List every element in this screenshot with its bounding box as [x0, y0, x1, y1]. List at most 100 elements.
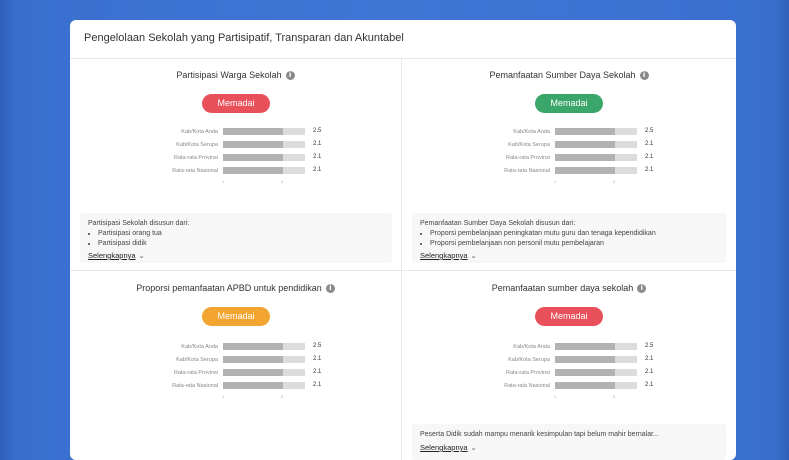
- bar-fill: [223, 369, 283, 376]
- description-heading: Peserta Didik sudah mampu menarik kesimp…: [420, 431, 659, 438]
- comparison-chart: Kab/Kota Anda 2.5 Kab/Kota Serupa 2.1 Ra…: [138, 341, 338, 399]
- info-icon[interactable]: i: [637, 284, 647, 294]
- bar-track: [555, 382, 637, 389]
- bar-fill: [223, 356, 283, 363]
- axis-tick: 2: [281, 179, 284, 184]
- quadrant-title-text: Pemanfaatan Sumber Daya Sekolah: [489, 70, 636, 80]
- row-label: Rata-rata Nasional: [172, 383, 218, 389]
- bar-track: [223, 141, 305, 148]
- quadrant-title: Pemanfaatan Sumber Daya Sekolah i: [402, 70, 736, 81]
- chart-row: Rata-rata Provinsi 2.1: [138, 367, 338, 380]
- info-icon[interactable]: i: [285, 71, 295, 81]
- quadrant-title-text: Partisipasi Warga Sekolah: [176, 70, 282, 80]
- bar-fill: [223, 128, 283, 135]
- status-badge: Memadai: [202, 307, 270, 326]
- description-box: Peserta Didik sudah mampu menarik kesimp…: [412, 424, 726, 460]
- quadrant-pemanfaatan-sumber-daya: Pemanfaatan Sumber Daya Sekolah i Memadai…: [402, 59, 736, 270]
- chart-row: Kab/Kota Anda 2.5: [470, 341, 670, 354]
- bar-track: [555, 356, 637, 363]
- comparison-chart: Kab/Kota Anda 2.5 Kab/Kota Serupa 2.1 Ra…: [138, 126, 338, 184]
- row-value: 2.1: [645, 167, 654, 173]
- bar-track: [223, 369, 305, 376]
- quadrant-title: Pemanfaatan sumber daya sekolah i: [402, 283, 736, 294]
- axis-tick: 1: [222, 394, 225, 399]
- row-label: Kab/Kota Anda: [181, 344, 218, 350]
- bar-track: [223, 356, 305, 363]
- bar-track: [223, 382, 305, 389]
- bar-fill: [555, 167, 615, 174]
- chart-row: Kab/Kota Serupa 2.1: [470, 354, 670, 367]
- list-item: Partisipasi orang tua: [98, 229, 162, 239]
- quadrant-partisipasi-warga: Partisipasi Warga Sekolah i Memadai Kab/K…: [70, 59, 401, 270]
- axis-tick: 2: [613, 179, 616, 184]
- row-value: 2.1: [645, 369, 654, 375]
- row-label: Rata-rata Provinsi: [505, 370, 550, 376]
- bar-track: [223, 128, 305, 135]
- bar-fill: [223, 343, 283, 350]
- main-card: Pengelolaan Sekolah yang Partisipatif, T…: [70, 20, 736, 460]
- row-label: Kab/Kota Serupa: [508, 357, 550, 363]
- info-icon[interactable]: i: [639, 71, 649, 81]
- bar-fill: [223, 141, 283, 148]
- quadrant-title: Proporsi pemanfaatan APBD untuk pendidik…: [70, 283, 401, 294]
- comparison-chart: Kab/Kota Anda 2.5 Kab/Kota Serupa 2.1 Ra…: [470, 126, 670, 184]
- selengkapnya-link[interactable]: Selengkapnya ⌄: [420, 251, 477, 260]
- row-value: 2.5: [313, 343, 322, 349]
- row-label: Rata-rata Provinsi: [505, 155, 550, 161]
- chart-row: Rata-rata Provinsi 2.1: [470, 152, 670, 165]
- row-value: 2.1: [645, 356, 654, 362]
- selengkapnya-label: Selengkapnya: [420, 251, 468, 260]
- bar-track: [223, 154, 305, 161]
- row-label: Kab/Kota Serupa: [176, 142, 218, 148]
- row-label: Rata-rata Provinsi: [173, 155, 218, 161]
- row-label: Rata-rata Nasional: [172, 168, 218, 174]
- row-value: 2.1: [645, 154, 654, 160]
- chart-row: Kab/Kota Serupa 2.1: [138, 354, 338, 367]
- row-label: Rata-rata Nasional: [504, 383, 550, 389]
- row-label: Rata-rata Provinsi: [173, 370, 218, 376]
- row-label: Kab/Kota Anda: [181, 129, 218, 135]
- row-label: Kab/Kota Serupa: [176, 357, 218, 363]
- list-item: Partisipasi didik: [98, 239, 162, 249]
- selengkapnya-link[interactable]: Selengkapnya ⌄: [88, 251, 145, 260]
- bar-track: [555, 154, 637, 161]
- comparison-chart: Kab/Kota Anda 2.5 Kab/Kota Serupa 2.1 Ra…: [470, 341, 670, 399]
- chart-row: Rata-rata Nasional 2.1: [138, 380, 338, 393]
- row-value: 2.1: [645, 141, 654, 147]
- quadrant-title-text: Proporsi pemanfaatan APBD untuk pendidik…: [136, 283, 322, 293]
- chevron-down-icon: ⌄: [138, 251, 145, 260]
- info-icon[interactable]: i: [325, 284, 335, 294]
- chart-row: Rata-rata Provinsi 2.1: [138, 152, 338, 165]
- chart-row: Kab/Kota Anda 2.5: [138, 126, 338, 139]
- bar-track: [555, 141, 637, 148]
- bar-track: [555, 343, 637, 350]
- chart-row: Kab/Kota Serupa 2.1: [470, 139, 670, 152]
- row-value: 2.1: [313, 382, 322, 388]
- bar-fill: [223, 167, 283, 174]
- chart-row: Kab/Kota Serupa 2.1: [138, 139, 338, 152]
- quadrant-proporsi-apbd: Proporsi pemanfaatan APBD untuk pendidik…: [70, 271, 401, 460]
- row-label: Kab/Kota Serupa: [508, 142, 550, 148]
- bar-track: [555, 128, 637, 135]
- bar-fill: [555, 382, 615, 389]
- row-value: 2.1: [313, 154, 322, 160]
- axis-tick: 2: [613, 394, 616, 399]
- quadrant-title-text: Pemanfaatan sumber daya sekolah: [491, 283, 634, 293]
- chart-row: Kab/Kota Anda 2.5: [138, 341, 338, 354]
- bar-track: [223, 343, 305, 350]
- row-value: 2.1: [313, 356, 322, 362]
- row-label: Rata-rata Nasional: [504, 168, 550, 174]
- description-box: Partisipasi Sekolah disusun dari: Partis…: [80, 213, 392, 263]
- axis-tick: 1: [554, 179, 557, 184]
- bar-fill: [555, 356, 615, 363]
- chart-row: Rata-rata Nasional 2.1: [138, 165, 338, 178]
- chart-row: Rata-rata Provinsi 2.1: [470, 367, 670, 380]
- row-value: 2.1: [313, 369, 322, 375]
- card-title: Pengelolaan Sekolah yang Partisipatif, T…: [84, 32, 404, 44]
- row-value: 2.5: [313, 128, 322, 134]
- quadrant-title: Partisipasi Warga Sekolah i: [70, 70, 401, 81]
- chart-row: Kab/Kota Anda 2.5: [470, 126, 670, 139]
- quadrant-pemanfaatan-sumber-daya-2: Pemanfaatan sumber daya sekolah i Memadai…: [402, 271, 736, 460]
- chart-row: Rata-rata Nasional 2.1: [470, 380, 670, 393]
- list-item: Proporsi pembelanjaan non personil mutu …: [430, 239, 656, 249]
